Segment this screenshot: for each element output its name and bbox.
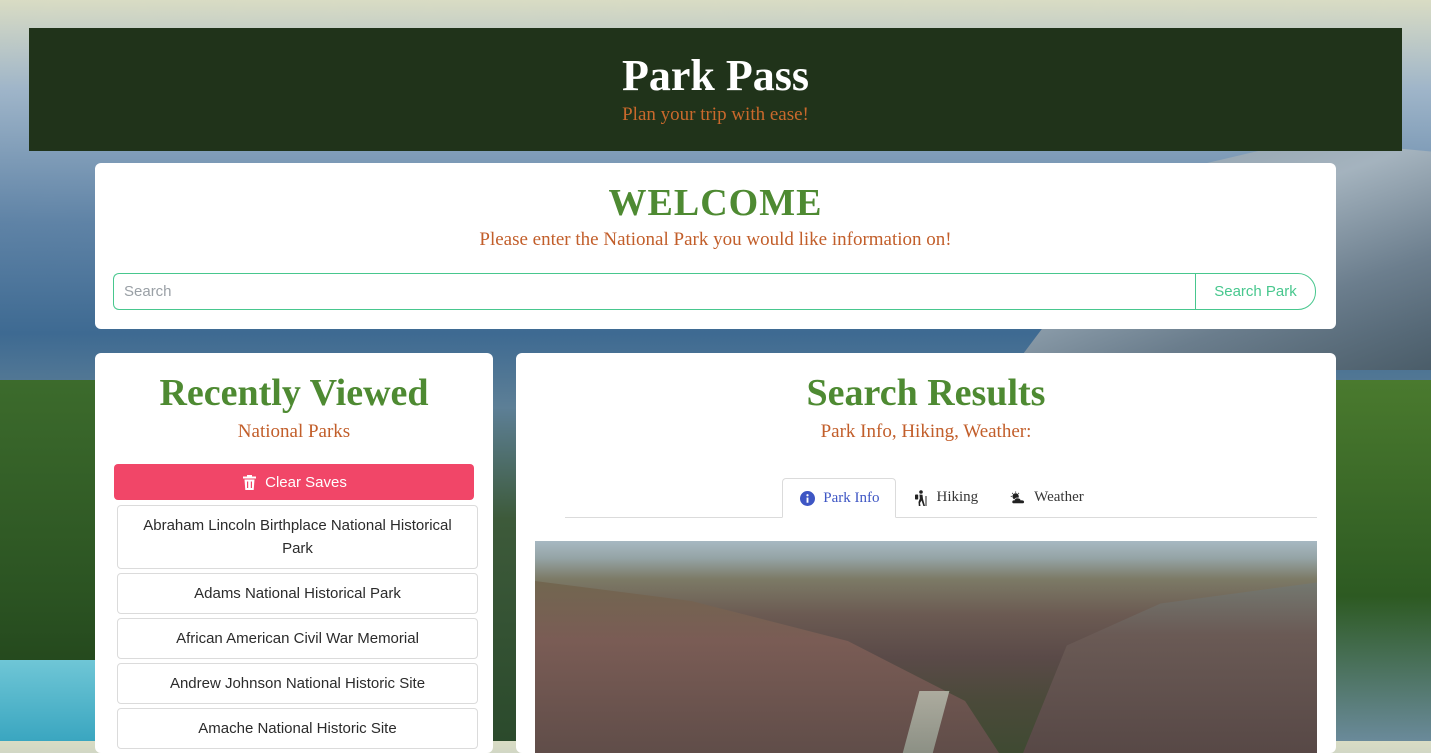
site-tagline: Plan your trip with ease!	[622, 104, 809, 125]
saved-parks-list: Abraham Lincoln Birthplace National Hist…	[117, 505, 478, 753]
search-input[interactable]	[113, 273, 1195, 310]
tab-weather-label: Weather	[1034, 489, 1084, 505]
tab-hiking-label: Hiking	[936, 489, 979, 505]
saved-park-item[interactable]: Andrew Johnson National Historic Site	[117, 663, 478, 704]
saved-park-item[interactable]: Abraham Lincoln Birthplace National Hist…	[117, 505, 478, 569]
park-photo	[535, 541, 1317, 753]
search-results-card: Search Results Park Info, Hiking, Weathe…	[516, 353, 1336, 753]
search-row: Search Park	[113, 273, 1316, 310]
recently-viewed-subtitle: National Parks	[237, 421, 351, 442]
saved-park-item[interactable]: African American Civil War Memorial	[117, 618, 478, 659]
tab-hiking[interactable]: Hiking	[896, 478, 994, 517]
trash-icon	[241, 474, 257, 490]
info-circle-icon	[799, 490, 815, 506]
clear-saves-button[interactable]: Clear Saves	[114, 464, 474, 500]
search-results-subtitle: Park Info, Hiking, Weather:	[820, 421, 1032, 442]
site-title: Park Pass	[622, 51, 809, 100]
results-tabs: Park Info Hiking Weather	[565, 478, 1317, 518]
welcome-subtitle: Please enter the National Park you would…	[479, 229, 952, 250]
recently-viewed-title: Recently Viewed	[159, 372, 429, 414]
welcome-card: WELCOME Please enter the National Park y…	[95, 163, 1336, 329]
search-park-button[interactable]: Search Park	[1195, 273, 1316, 310]
search-results-title: Search Results	[806, 372, 1046, 414]
clear-saves-label: Clear Saves	[265, 473, 347, 491]
saved-park-item[interactable]: Adams National Historical Park	[117, 573, 478, 614]
saved-park-item[interactable]: Amache National Historic Site	[117, 708, 478, 749]
hiking-icon	[912, 489, 928, 506]
tab-weather[interactable]: Weather	[994, 478, 1100, 517]
tab-park-info[interactable]: Park Info	[782, 478, 897, 518]
recently-viewed-card: Recently Viewed National Parks Clear Sav…	[95, 353, 493, 753]
welcome-title: WELCOME	[608, 182, 823, 224]
site-header: Park Pass Plan your trip with ease!	[29, 28, 1402, 151]
background-trees-right	[1331, 380, 1431, 741]
tab-park-info-label: Park Info	[823, 489, 880, 506]
cloud-sun-icon	[1010, 490, 1026, 506]
